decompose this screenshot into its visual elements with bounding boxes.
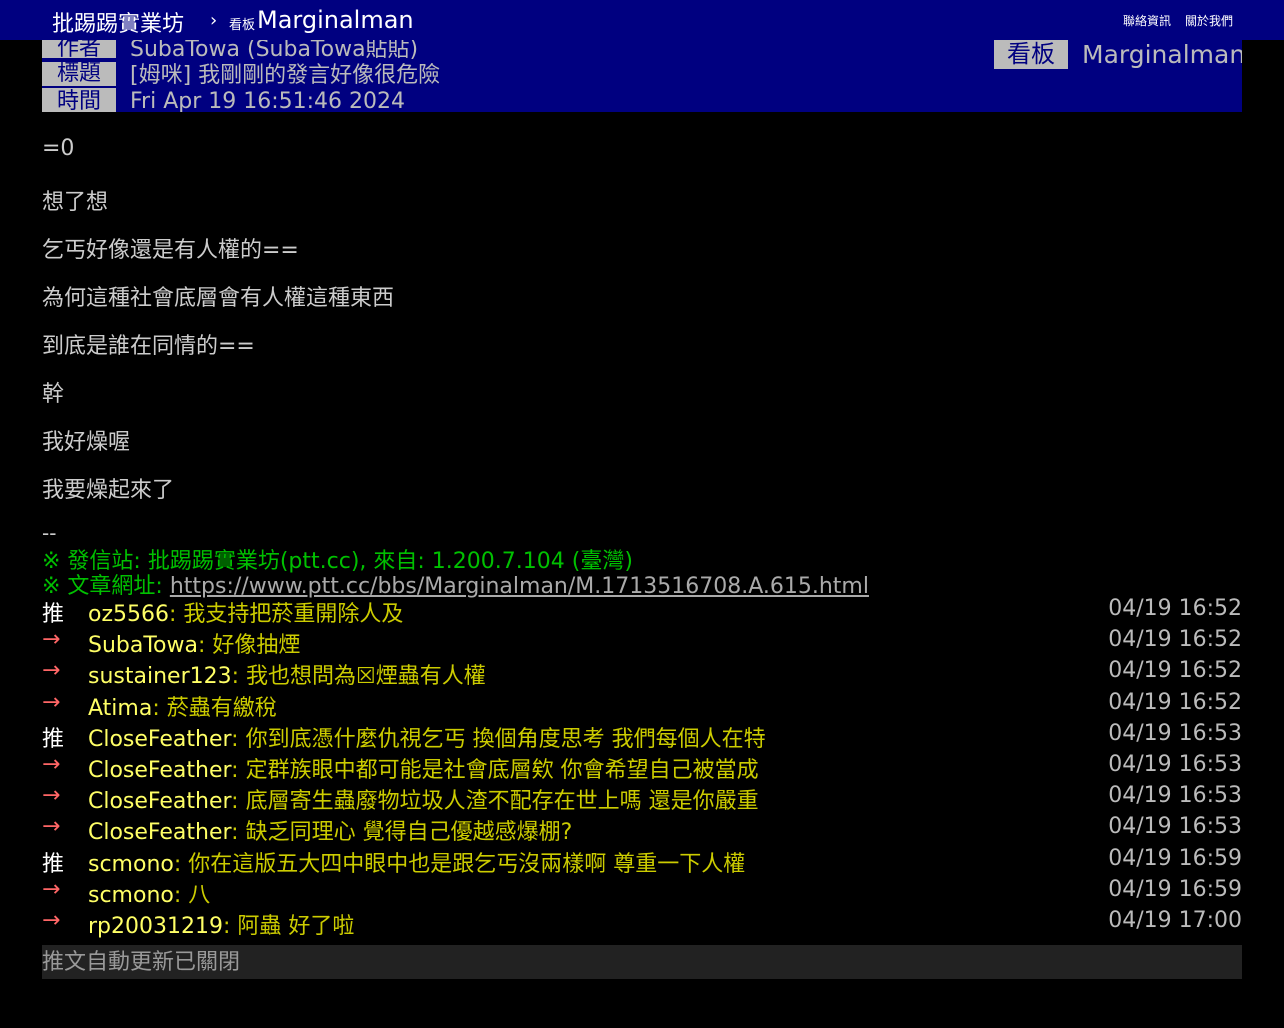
push-content: : 你到底憑什麼仇視乞丐 換個角度思考 我們每個人在特	[231, 727, 766, 752]
author-tag: 作者	[42, 40, 116, 60]
push-content: : 阿蟲 好了啦	[223, 914, 355, 939]
article-metadata: 作者 SubaTowa (SubaTowa貼貼) 看板 Marginalman …	[42, 40, 1242, 112]
about-us-link[interactable]: 關於我們	[1185, 12, 1233, 29]
push-content: : 你在這版五大四中眼中也是跟乞丐沒兩樣啊 尊重一下人權	[173, 852, 746, 877]
body-line: 幹	[42, 382, 65, 407]
push-time: 04/19 17:00	[1108, 908, 1242, 933]
push-user: CloseFeather	[88, 758, 232, 783]
push-content: : 好像抽煙	[198, 633, 301, 658]
push-user-line: SubaTowa: 好像抽煙	[88, 627, 300, 659]
push-user: CloseFeather	[88, 789, 232, 814]
push-user: scmono	[88, 852, 174, 877]
push-user-line: CloseFeather: 缺乏同理心 覺得自己優越感爆棚?	[88, 814, 572, 846]
push-user-line: scmono: 八	[88, 877, 210, 909]
push-tag: →	[42, 752, 61, 777]
push-user-line: CloseFeather: 你到底憑什麼仇視乞丐 換個角度思考 我們每個人在特	[88, 721, 766, 753]
body-line: 想了想	[42, 190, 109, 215]
push-content: : 底層寄生蟲廢物垃圾人渣不配存在世上嗎 還是你嚴重	[231, 789, 759, 814]
push-tag: →	[42, 690, 61, 715]
push-user: SubaTowa	[88, 633, 198, 658]
push-content: : 定群族眼中都可能是社會底層欸 你會希望自己被當成	[231, 758, 759, 783]
breadcrumb-separator-icon: ›	[210, 10, 218, 31]
push-user-line: CloseFeather: 定群族眼中都可能是社會底層欸 你會希望自己被當成	[88, 752, 759, 784]
push-user: rp20031219	[88, 914, 223, 939]
push-time: 04/19 16:53	[1108, 814, 1242, 839]
push-user: oz5566	[88, 602, 169, 627]
push-time: 04/19 16:59	[1108, 877, 1242, 902]
time-tag: 時間	[42, 88, 116, 112]
push-content: : 缺乏同理心 覺得自己優越感爆棚?	[231, 820, 573, 845]
push-content: : 我也想問為☒煙蟲有人權	[231, 664, 486, 689]
push-row: → CloseFeather: 底層寄生蟲廢物垃圾人渣不配存在世上嗎 還是你嚴重…	[42, 783, 1242, 814]
push-tag: →	[42, 658, 61, 683]
push-user-line: Atima: 菸蟲有繳稅	[88, 690, 277, 722]
push-content: : 我支持把菸重開除人及	[169, 602, 404, 627]
push-user-line: scmono: 你在這版五大四中眼中也是跟乞丐沒兩樣啊 尊重一下人權	[88, 846, 745, 878]
push-row: 推 scmono: 你在這版五大四中眼中也是跟乞丐沒兩樣啊 尊重一下人權 04/…	[42, 846, 1242, 877]
push-time: 04/19 16:52	[1108, 627, 1242, 652]
push-content: : 菸蟲有繳稅	[152, 696, 277, 721]
push-time: 04/19 16:53	[1108, 752, 1242, 777]
article-title: [姆咪] 我剛剛的發言好像很危險	[130, 63, 441, 88]
push-user: CloseFeather	[88, 727, 232, 752]
push-tag: →	[42, 908, 61, 933]
contact-info-link[interactable]: 聯絡資訊	[1123, 12, 1171, 29]
push-user-line: CloseFeather: 底層寄生蟲廢物垃圾人渣不配存在世上嗎 還是你嚴重	[88, 783, 759, 815]
push-user: scmono	[88, 883, 174, 908]
top-navigation-bar: 批踢踢實業坊 › 看板 Marginalman 聯絡資訊 關於我們	[0, 0, 1284, 40]
push-row: → SubaTowa: 好像抽煙 04/19 16:52	[42, 627, 1242, 658]
body-line: 到底是誰在同情的==	[42, 334, 255, 359]
push-autoupdate-status: 推文自動更新已關閉	[42, 945, 1242, 979]
board-tag: 看板	[994, 40, 1068, 69]
push-tag: 推	[42, 852, 65, 877]
push-user-line: oz5566: 我支持把菸重開除人及	[88, 596, 403, 628]
push-user-line: rp20031219: 阿蟲 好了啦	[88, 908, 354, 940]
site-logo-link[interactable]: 批踢踢實業坊	[52, 6, 184, 38]
push-tag: →	[42, 783, 61, 808]
push-tag: 推	[42, 727, 65, 752]
push-time: 04/19 16:53	[1108, 783, 1242, 808]
push-user: CloseFeather	[88, 820, 232, 845]
post-time: Fri Apr 19 16:51:46 2024	[130, 89, 406, 112]
push-content: : 八	[173, 883, 211, 908]
signature-separator: --	[42, 521, 57, 545]
push-user-line: sustainer123: 我也想問為☒煙蟲有人權	[88, 658, 486, 690]
push-row: → scmono: 八 04/19 16:59	[42, 877, 1242, 908]
breadcrumb-board-link[interactable]: Marginalman	[257, 6, 414, 34]
push-time: 04/19 16:52	[1108, 658, 1242, 683]
push-row: 推 CloseFeather: 你到底憑什麼仇視乞丐 換個角度思考 我們每個人在…	[42, 721, 1242, 752]
push-row: → sustainer123: 我也想問為☒煙蟲有人權 04/19 16:52	[42, 658, 1242, 689]
push-time: 04/19 16:52	[1108, 690, 1242, 715]
body-line: 乞丐好像還是有人權的==	[42, 238, 299, 263]
push-user: sustainer123	[88, 664, 232, 689]
title-tag: 標題	[42, 62, 116, 86]
push-time: 04/19 16:53	[1108, 721, 1242, 746]
board-value: Marginalman	[1082, 40, 1242, 69]
push-tag: →	[42, 877, 61, 902]
push-time: 04/19 16:52	[1108, 596, 1242, 621]
push-time: 04/19 16:59	[1108, 846, 1242, 871]
body-line: =0	[42, 136, 75, 161]
push-row: → CloseFeather: 缺乏同理心 覺得自己優越感爆棚? 04/19 1…	[42, 814, 1242, 845]
body-line: 我好燥喔	[42, 430, 131, 455]
push-user: Atima	[88, 696, 153, 721]
push-row: 推 oz5566: 我支持把菸重開除人及 04/19 16:52	[42, 596, 1242, 627]
push-tag: 推	[42, 602, 65, 627]
push-row: → Atima: 菸蟲有繳稅 04/19 16:52	[42, 690, 1242, 721]
push-tag: →	[42, 627, 61, 652]
push-row: → rp20031219: 阿蟲 好了啦 04/19 17:00	[42, 908, 1242, 939]
push-tag: →	[42, 814, 61, 839]
push-row: → CloseFeather: 定群族眼中都可能是社會底層欸 你會希望自己被當成…	[42, 752, 1242, 783]
breadcrumb-board-label: 看板	[229, 18, 256, 33]
body-line: 為何這種社會底層會有人權這種東西	[42, 286, 395, 311]
body-line: 我要燥起來了	[42, 478, 175, 503]
author-value: SubaTowa (SubaTowa貼貼)	[130, 40, 419, 62]
